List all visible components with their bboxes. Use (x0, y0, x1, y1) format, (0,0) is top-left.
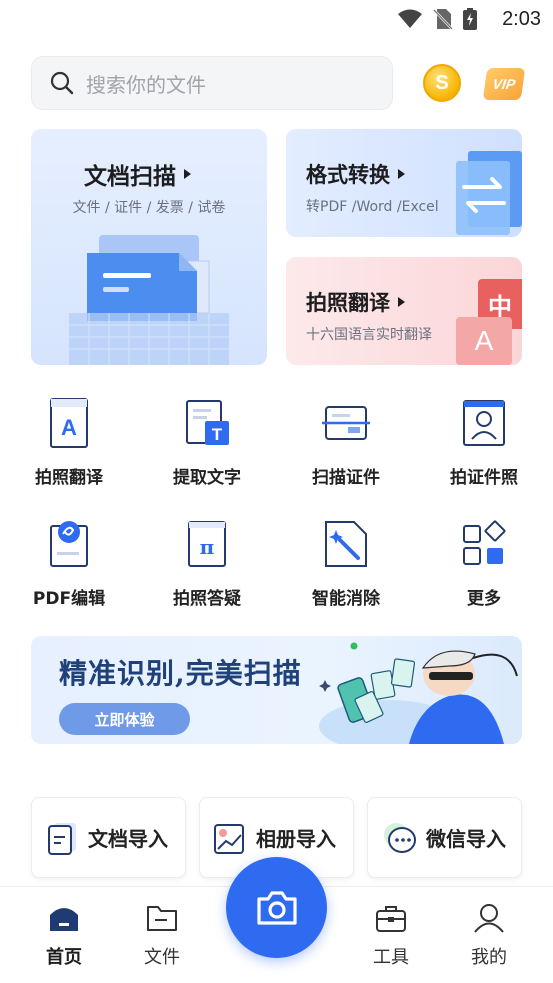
promo-banner[interactable]: 精准识别,完美扫描 立即体验 (31, 636, 522, 744)
banner-cta-button[interactable]: 立即体验 (59, 703, 190, 735)
math-answer-icon: π (188, 521, 226, 567)
extract-text-icon: T (186, 400, 229, 445)
status-bar: 2:03 (0, 0, 553, 40)
tool-photo-answer[interactable]: π 拍照答疑 (147, 518, 267, 609)
tool-more[interactable]: 更多 (424, 518, 544, 609)
card-format-convert[interactable]: 格式转换 转PDF /Word /Excel (286, 129, 522, 237)
search-placeholder: 搜索你的文件 (86, 72, 206, 97)
arrow-right-icon (184, 169, 191, 179)
pdf-edit-icon (50, 521, 88, 567)
wifi-icon (398, 9, 422, 28)
toolbox-icon (376, 906, 406, 932)
wechat-import-button[interactable]: 微信导入 (367, 797, 522, 878)
tool-label: 更多 (467, 589, 501, 609)
card-subtitle-scan: 文件 / 证件 / 发票 / 试卷 (72, 200, 226, 216)
tool-pdf-edit[interactable]: PDF编辑 (9, 518, 129, 609)
nav-files[interactable]: 文件 (127, 903, 197, 969)
camera-button[interactable] (226, 857, 327, 958)
tool-label: 提取文字 (173, 468, 241, 488)
card-title-format: 格式转换 (306, 159, 405, 189)
vip-badge[interactable]: VIP (482, 68, 526, 100)
album-import-icon (214, 823, 244, 854)
banner-headline: 精准识别,完美扫描 (59, 657, 302, 690)
profile-icon (474, 904, 504, 933)
translate-badge-a: A (456, 317, 512, 365)
tool-label: PDF编辑 (32, 589, 106, 609)
card-title-scan: 文档扫描 (84, 157, 191, 191)
import-label: 微信导入 (426, 827, 506, 851)
tool-photo-translate[interactable]: A 拍照翻译 (9, 397, 129, 488)
nav-label: 工具 (373, 947, 409, 968)
home-icon (50, 908, 78, 931)
tool-label: 拍照翻译 (35, 468, 103, 488)
magic-erase-icon (325, 521, 367, 567)
card-title-photo: 拍照翻译 (306, 287, 405, 317)
nav-label: 文件 (144, 947, 180, 968)
nav-label: 我的 (471, 947, 507, 968)
tool-extract-text[interactable]: T 提取文字 (147, 397, 267, 488)
id-photo-icon (463, 400, 505, 446)
arrow-right-icon (398, 169, 405, 179)
more-grid-icon (463, 520, 506, 565)
nav-tools[interactable]: 工具 (356, 903, 426, 969)
svg-text:π: π (200, 535, 215, 559)
battery-charging-icon (463, 8, 477, 30)
tool-smart-erase[interactable]: 智能消除 (286, 518, 406, 609)
tool-scan-id[interactable]: 扫描证件 (286, 397, 406, 488)
banner-illustration (319, 642, 518, 744)
nav-profile[interactable]: 我的 (454, 903, 524, 969)
folder-icon (147, 906, 177, 931)
card-subtitle-format: 转PDF /Word /Excel (306, 199, 439, 215)
card-subtitle-photo: 十六国语言实时翻译 (306, 327, 432, 343)
document-import-button[interactable]: 文档导入 (31, 797, 186, 878)
nav-home[interactable]: 首页 (29, 903, 99, 969)
tool-label: 拍证件照 (450, 468, 518, 488)
scan-illustration (69, 235, 229, 365)
search-input[interactable]: 搜索你的文件 (31, 56, 393, 110)
convert-arrows-icon (456, 151, 522, 235)
card-photo-translate[interactable]: 拍照翻译 十六国语言实时翻译 中 A (286, 257, 522, 365)
wechat-import-icon (384, 822, 416, 853)
id-card-scan-icon (322, 406, 370, 440)
no-sim-icon (433, 9, 453, 30)
search-icon (50, 71, 74, 95)
tool-label: 拍照答疑 (173, 589, 241, 609)
import-label: 相册导入 (256, 827, 336, 851)
arrow-right-icon (398, 297, 405, 307)
document-import-icon (48, 822, 76, 855)
tool-label: 智能消除 (312, 589, 380, 609)
svg-text:A: A (61, 415, 77, 440)
clock: 2:03 (502, 8, 541, 30)
tool-label: 扫描证件 (312, 468, 380, 488)
camera-icon (256, 890, 297, 925)
coin-icon[interactable]: S (423, 64, 461, 102)
tool-id-photo[interactable]: 拍证件照 (424, 397, 544, 488)
card-document-scan[interactable]: 文档扫描 文件 / 证件 / 发票 / 试卷 (31, 129, 267, 365)
nav-label: 首页 (46, 947, 82, 968)
translate-doc-icon: A (50, 398, 88, 448)
import-label: 文档导入 (88, 827, 168, 851)
svg-text:T: T (212, 425, 223, 444)
